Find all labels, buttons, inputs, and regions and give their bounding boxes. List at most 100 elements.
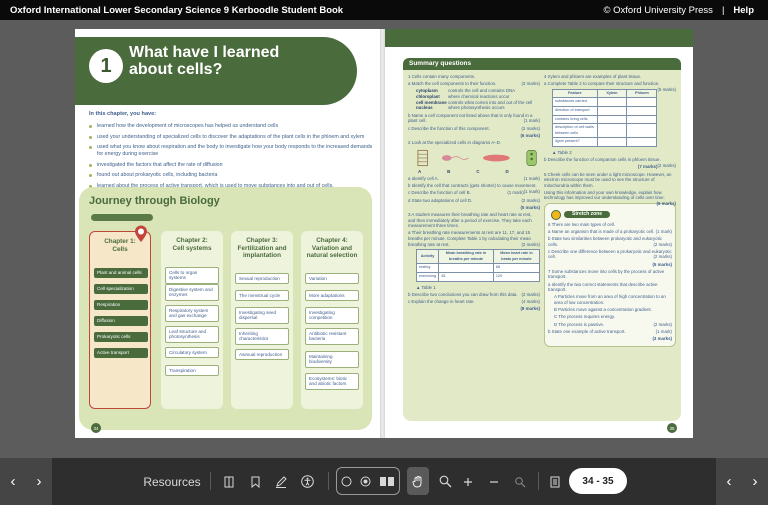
resources-button[interactable]: Resources [138, 458, 200, 505]
stretch-zone-label: Stretch zone [564, 210, 611, 219]
bullet-item: found out about prokaryotic cells, inclu… [89, 172, 374, 179]
toolbar-divider [210, 472, 211, 490]
next-spread-button[interactable]: › [742, 458, 768, 505]
single-page-view-icon[interactable] [341, 476, 352, 487]
chapter-number: 1 [89, 49, 123, 83]
q6-total: (5 marks) [652, 261, 672, 267]
q7-b: b State one example of active transport.… [548, 329, 672, 335]
q3-c: c Explain the change in heart rate. (4 m… [408, 299, 540, 305]
q7-option: D The process is passive. (2 marks) [554, 322, 672, 328]
target-view-icon[interactable] [360, 476, 371, 487]
q2-a: a Identify cell A. (1 mark) [408, 176, 540, 182]
q7-b-text: b State one example of active transport. [548, 328, 626, 334]
table-row: description of cell walls between cells [552, 123, 658, 139]
table-cell: substances carried [552, 97, 598, 107]
match-function: where photosynthesis occurs [448, 105, 505, 111]
fit-page-button[interactable] [509, 458, 531, 505]
topic-item: Prokaryotic cells [94, 332, 148, 342]
q7-a: a Identify the two correct statements th… [548, 281, 658, 293]
table-cell [626, 123, 658, 139]
heading-line: Variation and natural selection [306, 244, 358, 260]
q2-a-text: a Identify cell A. [408, 176, 439, 182]
table-row: direction of transport [552, 105, 658, 116]
marks: (2 marks) [653, 254, 672, 260]
table-cell [596, 97, 628, 107]
heading-line: Chapter 3: [246, 237, 278, 244]
topic-item: Respiratory system and gas exchange [165, 305, 219, 322]
page-number-input[interactable] [569, 468, 627, 494]
table-2-caption: ▲ Table 2 [552, 149, 572, 155]
q2-stem: 2 Look at the specialized cells in diagr… [408, 139, 501, 145]
previous-page-button[interactable]: › [26, 458, 52, 505]
topic-item: Leaf structure and photosynthesis [165, 326, 219, 343]
fit-icon [515, 476, 526, 487]
q2-d-text: d State two adaptations of cell D. [408, 197, 473, 203]
table-cell: 45 [438, 271, 494, 282]
topic-item: Maintaining biodiversity [305, 351, 359, 368]
table-header: Mean breathing rate in breaths per minut… [438, 249, 494, 265]
diagram-label: B [447, 168, 451, 174]
q4-a: a Complete Table 2 to compare their stru… [544, 81, 676, 92]
table-row: substances carried [552, 97, 658, 107]
table-cell [438, 263, 494, 273]
diagram-label: D [505, 168, 509, 174]
chapter-2-column: Chapter 2: Cell systems Cells to organ s… [161, 231, 223, 409]
chevron-right-icon: › [36, 473, 42, 490]
first-page-button[interactable]: ‹ [0, 458, 26, 505]
marks: (3 marks) [521, 81, 540, 87]
help-link[interactable]: Help [733, 5, 754, 16]
table-header: Activity [415, 249, 440, 265]
topic-item: Digestive system and enzymes [165, 284, 219, 301]
double-page-view-icon[interactable] [379, 476, 395, 487]
marks: (1 mark) [523, 118, 540, 124]
summary-heading: Summary questions [403, 58, 681, 70]
chevron-right-icon: › [752, 473, 758, 490]
zoom-out-button[interactable] [483, 458, 505, 505]
topic-item: Plant and animal cells [94, 268, 148, 278]
q6-stem: 6 There are two main types of cell. [548, 221, 616, 227]
q2-total: (5 marks) [520, 204, 540, 210]
bullet-item: used your understanding of specialized c… [89, 134, 374, 141]
topic-item: Active transport [94, 348, 148, 358]
previous-spread-button[interactable]: ‹ [716, 458, 742, 505]
match-row: nucleus where photosynthesis occurs [416, 105, 540, 111]
topic-item: More adaptations [305, 290, 359, 302]
palisade-cell-diagram-icon [526, 149, 537, 166]
bookmark-button[interactable] [244, 458, 266, 505]
q3-a-text: a Their breathing rate measurements at r… [408, 230, 531, 247]
marks: (2 marks) [521, 291, 540, 297]
marks: (4 marks) [521, 298, 540, 304]
pan-tool-button[interactable] [407, 467, 429, 495]
q1-b-text: b Name a cell component not listed above… [408, 112, 533, 124]
reader-workspace: 1 What have I learned about cells? In th… [0, 20, 768, 458]
table-row: lignin present? [552, 137, 658, 147]
table-cell [626, 114, 658, 125]
accessibility-button[interactable] [296, 458, 318, 505]
table-of-contents-button[interactable] [218, 458, 240, 505]
table-1: Activity Mean breathing rate in breaths … [415, 249, 541, 282]
zoom-tool-button[interactable] [434, 458, 456, 505]
zoom-in-button[interactable] [457, 458, 479, 505]
q1-b: b Name a cell component not listed above… [408, 113, 540, 124]
topic-item: Investigating competition [305, 307, 359, 324]
view-mode-group [336, 467, 400, 495]
match-part: nucleus [416, 105, 433, 111]
marks: (2 marks) [521, 241, 540, 247]
questions-column-left: 1 Cells contain many components. a Match… [408, 74, 541, 313]
topic-item: Sexual reproduction [235, 273, 289, 285]
marks: (2 marks) [521, 125, 540, 131]
chevron-left-icon: ‹ [10, 473, 16, 490]
q6-a-text: a Name an organism that is made of a pro… [548, 228, 655, 234]
marks: (2 marks) [653, 321, 672, 327]
q2-b: b Identify the cell that contracts (gets… [408, 183, 540, 194]
questions-column-right: 4 Xylem and phloem are examples of plant… [544, 74, 676, 348]
page-thumbnails-button[interactable] [545, 458, 565, 505]
marks: (1 mark) [655, 328, 672, 334]
table-cell [596, 123, 628, 139]
learning-bullets: learned how the development of microscop… [89, 123, 374, 194]
location-pin-icon [135, 225, 147, 242]
q2-b-text: b Identify the cell that contracts (gets… [408, 183, 537, 189]
diagram-labels: A B C D [418, 169, 540, 175]
annotate-button[interactable] [270, 458, 292, 505]
top-bar: Oxford International Lower Secondary Sci… [0, 0, 768, 20]
